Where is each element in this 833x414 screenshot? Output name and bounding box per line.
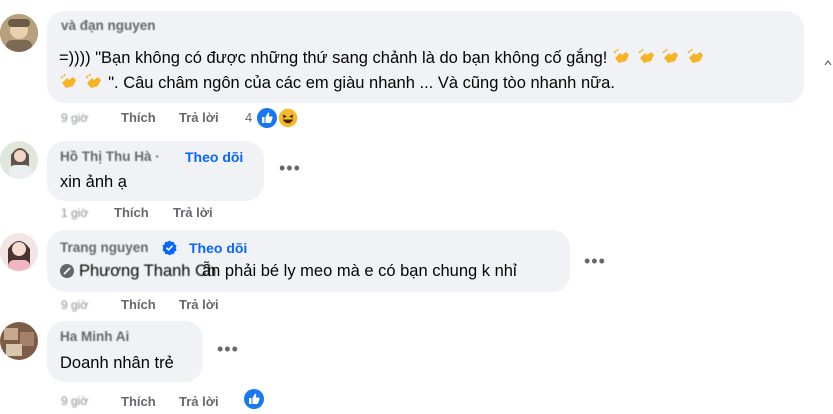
avatar[interactable] (0, 14, 38, 52)
reply-button[interactable]: Trả lời (173, 205, 213, 220)
like-button[interactable]: Thích (121, 297, 156, 312)
more-options-icon[interactable]: ••• (584, 251, 606, 272)
avatar[interactable] (0, 141, 38, 179)
clapping-hands-emoji (637, 49, 662, 67)
clapping-hands-emoji (84, 74, 109, 92)
tagged-user-link[interactable]: Phương Thanh Ch (79, 257, 216, 285)
haha-reaction-icon[interactable] (277, 107, 299, 129)
clapping-hands-emoji (661, 49, 686, 67)
comment-timestamp[interactable]: 9 giờ (61, 394, 88, 408)
comment-author[interactable]: và đạn nguyen (61, 18, 156, 33)
verified-badge-icon (162, 240, 177, 256)
follow-button[interactable]: Theo dõi (185, 149, 243, 165)
comment-timestamp[interactable]: 9 giờ (61, 111, 88, 125)
more-options-icon[interactable]: ••• (279, 158, 301, 179)
comment-text: ẫn phải bé ly meo mà e có bạn chung k nh… (202, 262, 517, 280)
like-button[interactable]: Thích (121, 394, 156, 409)
comment-text-line2: ". Câu châm ngôn của các em giàu nhanh .… (108, 74, 615, 92)
comment-bubble: và đạn nguyen =)))) "Bạn không có được n… (47, 11, 804, 103)
comment-text: ". Câu châm ngôn của các em giàu nhanh .… (59, 69, 615, 97)
comment-text-line1: =)))) "Bạn không có được những thứ sang … (59, 49, 608, 67)
reaction-count[interactable]: 4 (245, 110, 252, 125)
comment-text: Doanh nhân trẻ (60, 354, 174, 372)
tag-user-icon (60, 264, 74, 278)
clapping-hands-emoji (612, 49, 637, 67)
reply-button[interactable]: Trả lời (179, 110, 219, 125)
like-button[interactable]: Thích (114, 205, 149, 220)
clapping-hands-emoji (686, 49, 706, 67)
clapping-hands-emoji (59, 74, 84, 92)
like-reaction-icon[interactable] (257, 108, 277, 128)
comment-author[interactable]: Ha Minh Ai (60, 329, 129, 344)
scroll-up-arrow-icon[interactable] (824, 0, 832, 6)
comment-text: xin ảnh ạ (60, 173, 127, 191)
comment-text: =)))) "Bạn không có được những thứ sang … (59, 44, 706, 72)
follow-button[interactable]: Theo dõi (189, 240, 247, 256)
comment-author[interactable]: Trang nguyen (60, 240, 149, 255)
comment-bubble: Hồ Thị Thu Hà · Theo dõi xin ảnh ạ (47, 141, 264, 201)
like-reaction-icon[interactable] (244, 389, 264, 409)
scroll-arrow-icon[interactable] (824, 54, 832, 66)
avatar[interactable] (0, 233, 38, 271)
more-options-icon[interactable]: ••• (217, 339, 239, 360)
avatar[interactable] (0, 322, 38, 360)
reply-button[interactable]: Trả lời (179, 297, 219, 312)
like-button[interactable]: Thích (121, 110, 156, 125)
comment-author[interactable]: Hồ Thị Thu Hà · (60, 149, 160, 164)
comment-timestamp[interactable]: 9 giờ (61, 298, 88, 312)
comment-bubble: Ha Minh Ai Doanh nhân trẻ (47, 321, 203, 382)
reply-button[interactable]: Trả lời (179, 394, 219, 409)
comment-timestamp[interactable]: 1 giờ (61, 206, 88, 220)
comment-bubble: Trang nguyen Theo dõi Phương Thanh Ch ẫn… (47, 230, 570, 292)
